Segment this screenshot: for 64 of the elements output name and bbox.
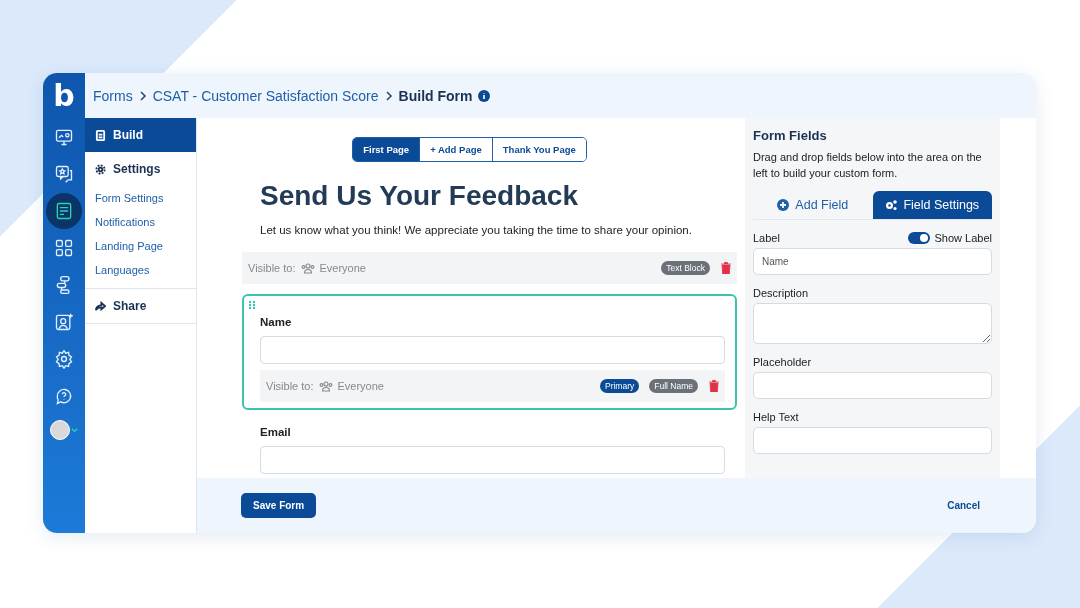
field-tag: Text Block [661, 261, 710, 275]
nav-section[interactable]: Build [85, 118, 196, 152]
panel-title: Form Fields [753, 128, 828, 143]
trash-icon[interactable] [721, 262, 731, 274]
settings-icon [95, 163, 106, 175]
visible-label: Visible to: [248, 262, 296, 274]
avatar-circle[interactable] [50, 420, 70, 440]
audience-text: Everyone [319, 262, 366, 274]
form-intro: Let us know what you think! We appreciate you taking the time to share your opinion. [260, 224, 693, 236]
panel-tab[interactable]: Field Settings [872, 191, 992, 220]
info-icon[interactable] [478, 89, 491, 102]
field-label: Placeholder [753, 356, 812, 368]
breadcrumb-item: Build Form [398, 87, 473, 104]
page-tab[interactable]: Thank You Page [491, 138, 586, 161]
input-field[interactable] [260, 446, 725, 474]
input-field[interactable] [753, 372, 992, 399]
nav-link[interactable]: Landing Page [85, 234, 196, 258]
save-button[interactable]: Save Form [241, 493, 317, 518]
nav-link[interactable]: Languages [85, 258, 196, 282]
logo[interactable]: b [53, 73, 75, 118]
chevron-right-icon [384, 90, 393, 101]
input-field[interactable] [753, 427, 992, 454]
field-label: Email [260, 426, 292, 438]
input-field[interactable] [260, 336, 725, 364]
gears-icon [885, 199, 898, 211]
field-label: Name [260, 316, 293, 328]
trash-icon[interactable] [709, 380, 719, 392]
contact-icon[interactable] [54, 312, 74, 332]
field-label: Help Text [753, 411, 799, 423]
panel-tab[interactable]: Add Field [753, 191, 873, 220]
cancel-link[interactable]: Cancel [947, 500, 980, 511]
nav-link[interactable]: Notifications [85, 210, 196, 234]
field-label: Description [753, 287, 809, 299]
nav-section[interactable]: Settings [85, 152, 196, 186]
field-label: Label [753, 232, 780, 244]
audience-text: Everyone [337, 380, 384, 392]
group-icon [300, 262, 315, 274]
visible-label: Visible to: [266, 380, 314, 392]
chevron-down-icon [71, 426, 78, 434]
textarea-field[interactable] [753, 303, 992, 344]
group-icon [318, 380, 333, 392]
breadcrumb-item[interactable]: Forms [93, 87, 133, 104]
grid-icon[interactable] [54, 238, 74, 258]
nav-link[interactable]: Form Settings [85, 186, 196, 210]
settings-icon[interactable] [54, 349, 74, 369]
document-icon [95, 129, 106, 141]
form-title: Send Us Your Feedback [260, 180, 579, 212]
panel-description: Drag and drop fields below into the area on the left to build your custom form. [753, 150, 983, 181]
toggle-switch[interactable] [907, 232, 930, 244]
breadcrumb-item[interactable]: CSAT - Customer Satisfaction Score [152, 87, 379, 104]
chevron-right-icon [138, 90, 147, 101]
plus-circle-icon [777, 199, 790, 211]
monitor-icon[interactable] [54, 127, 74, 147]
form-icon[interactable] [54, 201, 74, 221]
nav-section[interactable]: Share [85, 288, 196, 324]
drag-handle-icon[interactable] [248, 300, 256, 310]
toggle-label: Show Label [934, 232, 992, 244]
input-field[interactable]: Name [753, 248, 992, 275]
chat-star-icon[interactable] [54, 164, 74, 184]
page-tab[interactable]: First Page [353, 138, 420, 161]
help-icon[interactable] [54, 386, 74, 406]
share-icon [95, 300, 106, 312]
field-tag: Full Name [649, 379, 698, 393]
field-tag: Primary [600, 379, 640, 393]
